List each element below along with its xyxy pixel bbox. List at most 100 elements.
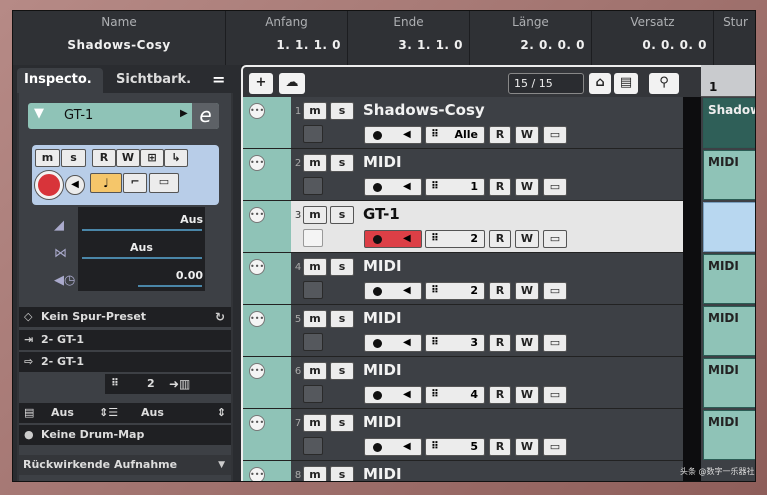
tab-visibility[interactable]: Sichtbark. [109,68,195,93]
write-automation-button[interactable]: W [515,178,539,196]
add-track-button[interactable]: + [249,73,273,94]
read-automation-button[interactable]: R [489,282,511,300]
output-routing-field[interactable]: ⇨ 2- GT-1 [19,352,231,372]
edit-instrument-window-icon[interactable]: ➜▥ [169,374,190,394]
arrow-right-icon[interactable]: ▶ [180,108,188,119]
read-automation-button[interactable]: R [489,126,511,144]
route-icon[interactable]: ↳ [164,149,188,167]
record-enable-button[interactable]: ◀ [364,438,422,456]
midi-part[interactable]: MIDI [703,306,755,356]
solo-button[interactable]: s [330,258,354,276]
lock-toggle[interactable] [303,125,323,143]
track-preset-field[interactable]: ◇ Kein Spur-Preset ↻ [19,307,231,327]
track-row[interactable]: ••• 8 m s MIDI [243,461,701,481]
lane-icon[interactable]: ▭ [543,230,567,248]
refresh-icon[interactable]: ↻ [215,307,225,327]
lock-toggle[interactable] [303,177,323,195]
solo-button[interactable]: s [330,414,354,432]
pan-fader[interactable]: Aus [78,235,205,263]
solo-button[interactable]: s [330,154,354,172]
mute-button[interactable]: m [303,258,327,276]
midi-part[interactable]: MIDI [703,150,755,200]
lane-icon[interactable]: ▭ [543,126,567,144]
inspector-track-name[interactable]: ▼ GT-1 ▶ e [28,103,219,129]
mute-button[interactable]: m [35,149,60,167]
read-automation-button[interactable]: R [489,334,511,352]
record-enable-button[interactable]: ◀ [364,386,422,404]
lock-toggle[interactable] [303,281,323,299]
add-track-from-preset-icon[interactable]: ☁ [279,73,305,94]
midi-channel-field[interactable]: ⠿ 2 [425,230,485,248]
track-row[interactable]: ••• 6 m s MIDI ◀ ⠿ 4 R W ▭ [243,357,701,409]
track-list-menu-icon[interactable]: ▤ [614,73,638,94]
mute-button[interactable]: m [303,206,327,224]
lane-icon[interactable]: ▭ [543,386,567,404]
read-automation-button[interactable]: R [489,178,511,196]
write-automation-button[interactable]: W [515,334,539,352]
mute-button[interactable]: m [303,414,327,432]
drum-map-field[interactable]: ● Keine Drum-Map [19,425,231,445]
lock-toggle[interactable] [303,437,323,455]
record-enable-button[interactable]: ◀ [364,334,422,352]
mute-button[interactable]: m [303,362,327,380]
track-row[interactable]: ••• 5 m s MIDI ◀ ⠿ 3 R W ▭ [243,305,701,357]
solo-button[interactable]: s [330,206,354,224]
midi-part-selected-track[interactable] [703,202,755,252]
mute-button[interactable]: m [303,102,327,120]
info-mute[interactable]: Stur [713,11,755,65]
write-automation-button[interactable]: W [515,282,539,300]
midi-channel-field[interactable]: ⠿ 3 [425,334,485,352]
solo-button[interactable]: s [330,310,354,328]
monitor-icon[interactable]: ◀ [65,175,85,195]
read-automation-button[interactable]: R [489,230,511,248]
track-row[interactable]: ••• 1 m s Shadows-Cosy ◀ ⠿ Alle R W ▭ [243,97,701,149]
track-row[interactable]: ••• 7 m s MIDI ◀ ⠿ 5 R W ▭ [243,409,701,461]
record-enable-button[interactable]: ◀ [364,126,422,144]
lane-icon[interactable]: ▭ [543,438,567,456]
read-automation-button[interactable]: R [489,438,511,456]
mute-button[interactable]: m [303,154,327,172]
midi-channel-field[interactable]: ⠿ Alle [425,126,485,144]
write-automation-button[interactable]: W [515,230,539,248]
track-row[interactable]: ••• 4 m s MIDI ◀ ⠿ 2 R W ▭ [243,253,701,305]
mute-button[interactable]: m [303,466,327,481]
write-automation-button[interactable]: W [515,386,539,404]
write-automation-button[interactable]: W [116,149,140,167]
lane-icon[interactable]: ▭ [543,334,567,352]
midi-part[interactable]: MIDI [703,410,755,460]
info-length[interactable]: Länge 2. 0. 0. 0 [469,11,591,65]
input-routing-field[interactable]: ⇥ 2- GT-1 [19,330,231,350]
lock-toggle[interactable] [303,333,323,351]
record-enable-button[interactable]: ◀ [364,178,422,196]
midi-channel-field[interactable]: ⠿ 2 [425,282,485,300]
midi-part[interactable]: Shadow [703,98,755,148]
edit-instrument-icon[interactable]: e [192,103,219,129]
tab-inspector[interactable]: Inspecto. [17,68,103,93]
read-automation-button[interactable]: R [92,149,116,167]
bank-program-field[interactable]: ▤ Aus ⇕☰ Aus ⇕ [19,403,231,423]
delay-fader[interactable]: 0.00 [78,263,205,291]
info-name[interactable]: Name Shadows-Cosy [13,11,225,65]
midi-channel-field[interactable]: ⠿ 4 [425,386,485,404]
search-icon[interactable]: ⚲ [649,73,679,94]
record-enable-button[interactable]: ◀ [364,230,422,248]
solo-button[interactable]: s [330,102,354,120]
record-enable-button[interactable]: ◀ [364,282,422,300]
program-stepper-right-icon[interactable]: ⇕ [217,403,226,423]
write-automation-button[interactable]: W [515,438,539,456]
solo-button[interactable]: s [61,149,86,167]
track-row[interactable]: ••• 2 m s MIDI ◀ ⠿ 1 R W ▭ [243,149,701,201]
lock-toggle[interactable] [303,229,323,247]
program-stepper-icon[interactable]: ⇕☰ [99,403,118,423]
timebase-note-icon[interactable]: ♩ [90,173,122,193]
lock-icon[interactable]: ⌐ [123,173,147,193]
midi-channel-field[interactable]: ⠿ 1 [425,178,485,196]
lane-icon[interactable]: ▭ [543,282,567,300]
record-enable-button[interactable] [35,171,63,199]
tab-menu-icon[interactable]: = [205,68,229,93]
midi-channel-field[interactable]: ⠿ 5 [425,438,485,456]
read-automation-button[interactable]: R [489,386,511,404]
midi-part[interactable]: MIDI [703,358,755,408]
retro-record-dropdown[interactable]: Rückwirkende Aufnahme ▼ [19,455,231,475]
info-start[interactable]: Anfang 1. 1. 1. 0 [225,11,347,65]
